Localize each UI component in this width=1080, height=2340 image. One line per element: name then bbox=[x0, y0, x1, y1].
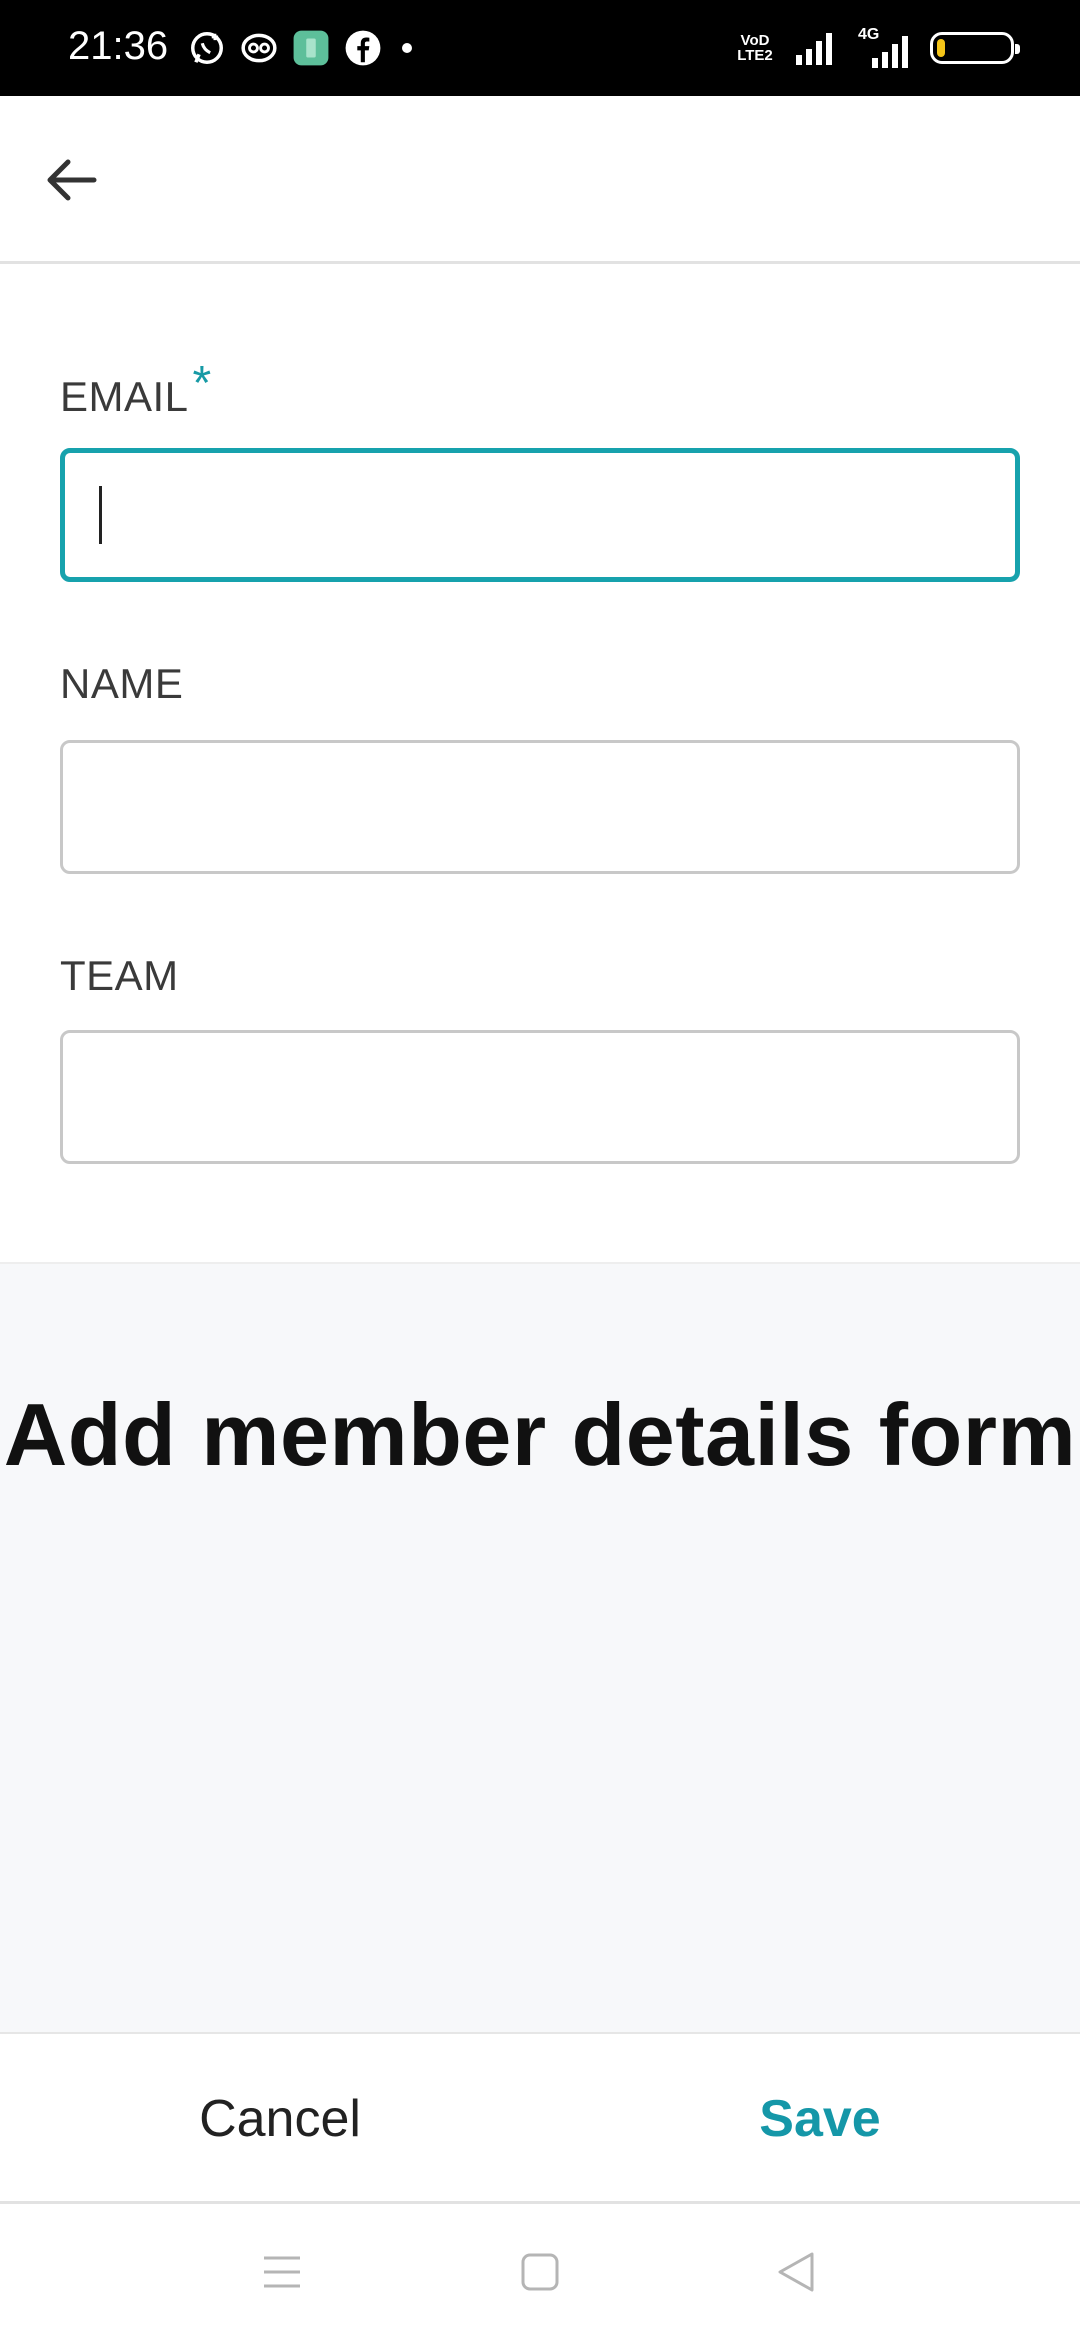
name-label: NAME bbox=[60, 660, 184, 707]
app-icon bbox=[293, 30, 329, 66]
team-label: TEAM bbox=[60, 952, 179, 999]
network-4g-indicator: 4G bbox=[854, 26, 910, 68]
email-field[interactable] bbox=[60, 448, 1020, 582]
facebook-icon bbox=[345, 30, 381, 66]
team-field[interactable] bbox=[60, 1030, 1020, 1164]
recent-apps-button[interactable] bbox=[252, 2242, 312, 2302]
arrow-left-icon bbox=[47, 159, 97, 201]
save-button[interactable]: Save bbox=[620, 2034, 1020, 2204]
member-form: EMAIL* NAME TEAM bbox=[0, 264, 1080, 1262]
caption-section: Add member details form bbox=[0, 1262, 1080, 2032]
battery-icon bbox=[930, 32, 1020, 64]
required-asterisk: * bbox=[192, 357, 212, 410]
app-header bbox=[0, 96, 1080, 264]
battery-tip bbox=[1015, 44, 1020, 54]
name-field[interactable] bbox=[60, 740, 1020, 874]
battery-level bbox=[937, 39, 945, 57]
text-cursor bbox=[99, 486, 102, 544]
status-time: 21:36 bbox=[68, 24, 169, 68]
home-square-icon bbox=[521, 2253, 559, 2291]
form-caption: Add member details form bbox=[3, 1385, 1077, 1484]
cancel-button[interactable]: Cancel bbox=[80, 2034, 480, 2204]
action-bar: Cancel Save bbox=[0, 2032, 1080, 2204]
back-button[interactable] bbox=[36, 144, 108, 216]
volte-label: VoD LTE2 bbox=[737, 32, 773, 64]
dot-icon bbox=[402, 43, 412, 53]
navigation-bar bbox=[0, 2204, 1080, 2340]
chat-icon bbox=[241, 33, 277, 63]
status-bar: 21:36 VoD LTE2 4G bbox=[0, 0, 1080, 96]
signal-4g-icon bbox=[872, 36, 908, 68]
signal-icon bbox=[796, 33, 832, 65]
email-label: EMAIL* bbox=[60, 357, 212, 423]
whatsapp-icon bbox=[191, 32, 223, 64]
system-back-button[interactable] bbox=[766, 2242, 826, 2302]
notification-icons bbox=[188, 28, 412, 68]
home-button[interactable] bbox=[510, 2242, 570, 2302]
menu-icon bbox=[264, 2256, 300, 2288]
back-triangle-icon bbox=[778, 2252, 814, 2292]
email-label-text: EMAIL bbox=[60, 373, 189, 420]
system-icons: VoD LTE2 4G bbox=[736, 26, 1020, 70]
